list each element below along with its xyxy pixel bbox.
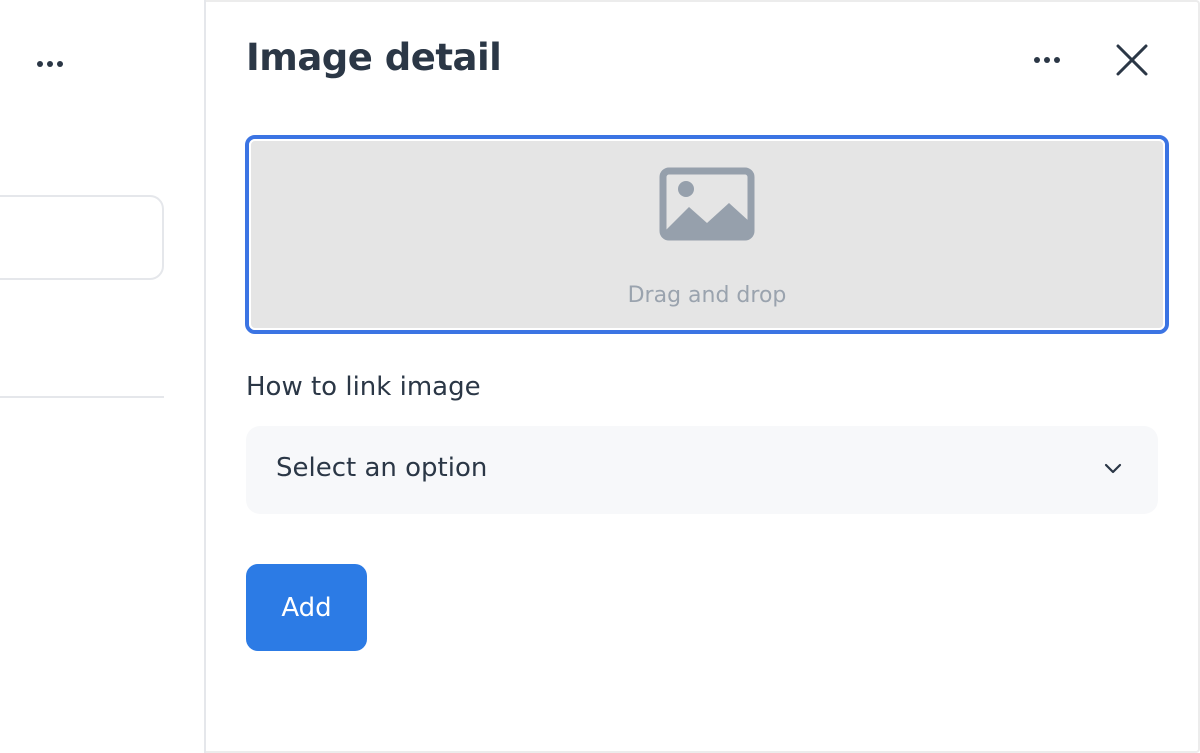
left-more-icon[interactable] [37, 54, 73, 74]
dot [1034, 57, 1040, 63]
dot [57, 61, 63, 67]
page-title: Image detail [246, 36, 502, 79]
dot [1044, 57, 1050, 63]
close-icon-svg [1116, 44, 1148, 76]
link-option-select[interactable]: Select an option [246, 426, 1158, 514]
dropzone-text: Drag and drop [627, 283, 787, 308]
close-icon[interactable] [1112, 40, 1152, 80]
left-panel [0, 0, 206, 753]
image-dropzone[interactable]: Drag and drop [245, 135, 1169, 334]
chevron-down-icon [1103, 461, 1123, 477]
left-input-field[interactable] [0, 195, 164, 280]
more-horizontal-icon[interactable] [1034, 50, 1074, 70]
left-divider [0, 396, 164, 398]
dot [1054, 57, 1060, 63]
dot [37, 61, 43, 67]
select-value: Select an option [276, 453, 488, 483]
dot [47, 61, 53, 67]
add-button[interactable]: Add [246, 564, 367, 651]
link-field-label: How to link image [246, 372, 481, 402]
image-icon [659, 167, 755, 241]
